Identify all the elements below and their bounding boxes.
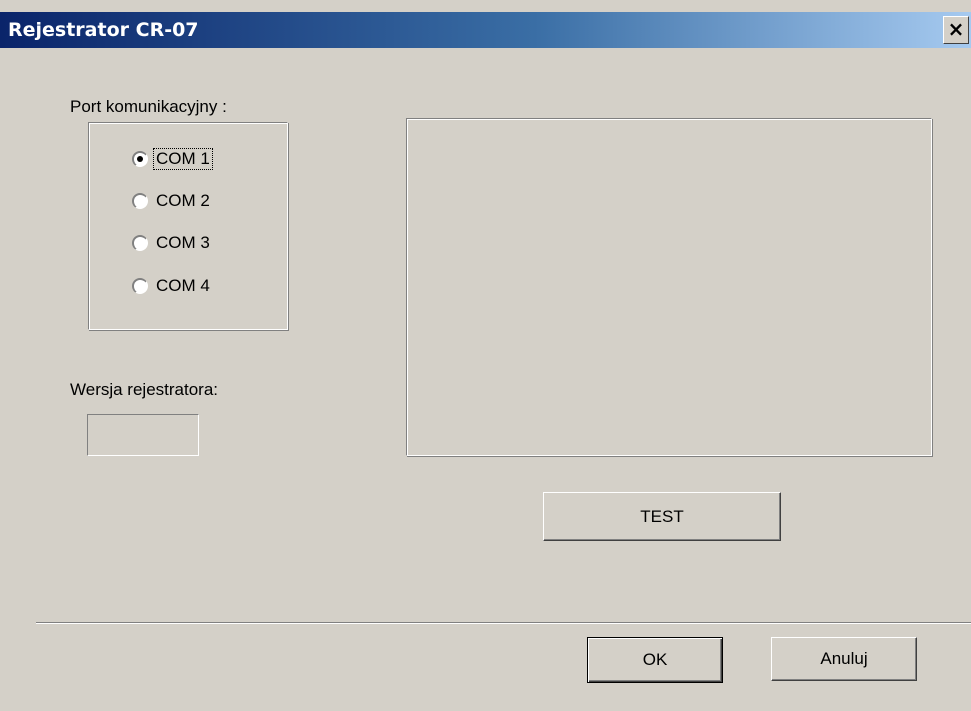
radio-com1[interactable]: COM 1 [132,147,213,171]
radio-label[interactable]: COM 2 [154,191,212,211]
radio-label[interactable]: COM 4 [154,276,212,296]
version-field [87,414,199,456]
close-button[interactable]: × [943,16,969,44]
radio-button[interactable] [132,151,148,167]
radio-button[interactable] [132,235,148,251]
window-title: Rejestrator CR-07 [8,19,199,41]
title-bar[interactable]: Rejestrator CR-07 × [0,12,971,48]
version-label: Wersja rejestratora: [70,380,219,399]
cancel-button[interactable]: Anuluj [771,637,917,681]
output-panel [406,118,932,456]
radio-com2[interactable]: COM 2 [132,189,212,213]
test-button[interactable]: TEST [543,492,781,541]
close-icon: × [947,17,965,41]
dialog-window: Rejestrator CR-07 × Port komunikacyjny :… [0,0,971,711]
ok-button[interactable]: OK [587,637,723,683]
radio-label[interactable]: COM 1 [153,148,213,170]
radio-com4[interactable]: COM 4 [132,274,212,298]
port-group-label: Port komunikacyjny : [70,97,227,116]
radio-button[interactable] [132,193,148,209]
radio-label[interactable]: COM 3 [154,233,212,253]
separator [36,622,971,624]
radio-com3[interactable]: COM 3 [132,231,212,255]
radio-button[interactable] [132,278,148,294]
